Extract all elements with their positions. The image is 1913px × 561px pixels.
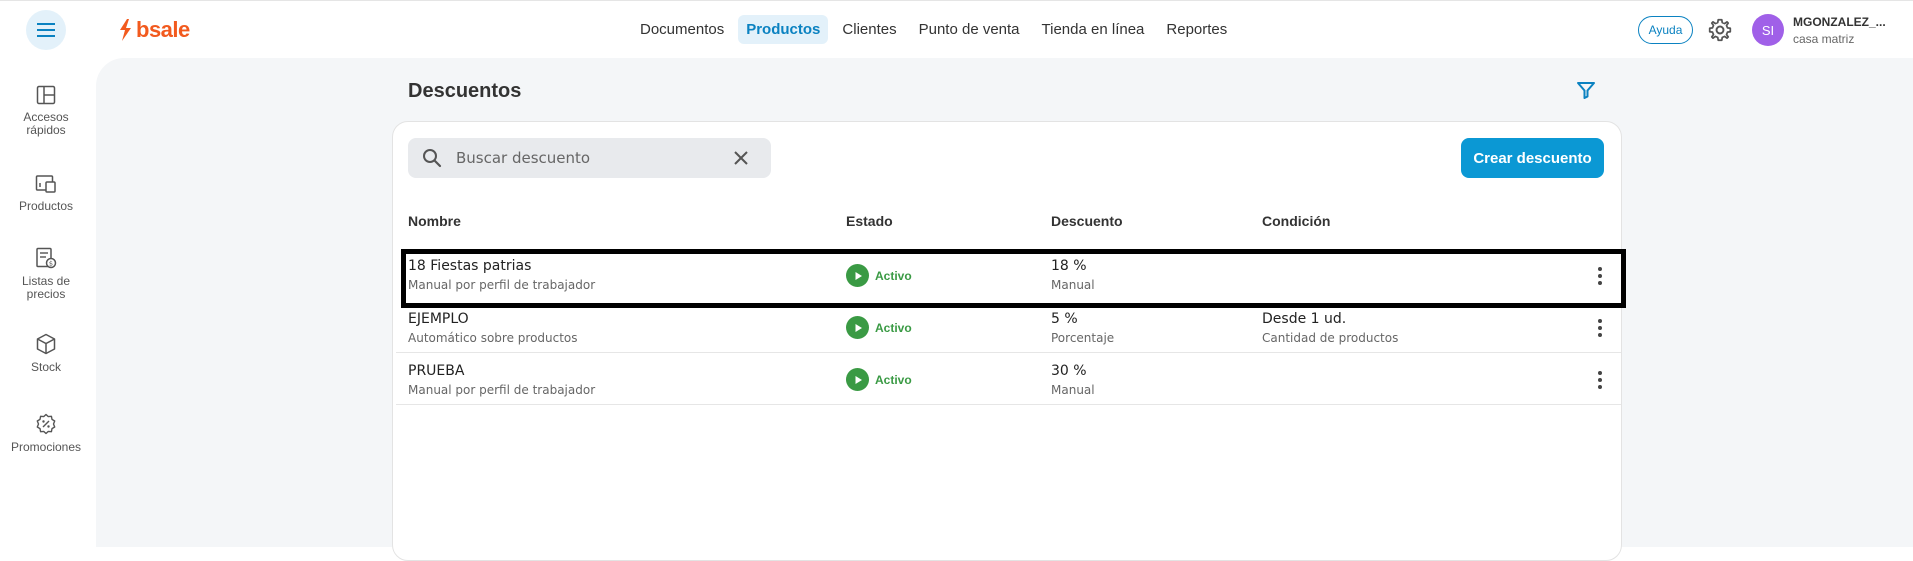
sidebar-item-label: Promociones	[10, 440, 82, 454]
search-icon	[423, 149, 442, 168]
discount-name: PRUEBA	[408, 363, 465, 379]
status-text: Activo	[875, 268, 912, 283]
status-badge: Activo	[846, 368, 912, 391]
discount-value: 5 %	[1051, 311, 1078, 327]
bsale-logo[interactable]: bsale	[118, 17, 190, 43]
menu-button[interactable]	[26, 10, 66, 50]
nav-documentos[interactable]: Documentos	[632, 15, 732, 44]
nav-punto-de-venta[interactable]: Punto de venta	[911, 15, 1028, 44]
column-header-nombre[interactable]: Nombre	[408, 213, 461, 229]
discount-value: 30 %	[1051, 363, 1087, 379]
sidebar-item-label: Stock	[30, 360, 61, 374]
bsale-logo-icon	[120, 19, 131, 41]
products-icon	[35, 175, 56, 193]
row-menu-button[interactable]	[1590, 264, 1610, 288]
condition-type: Cantidad de productos	[1262, 331, 1399, 345]
avatar[interactable]: SI	[1752, 14, 1784, 46]
top-bar: bsale Documentos Productos Clientes Punt…	[0, 0, 1913, 58]
logo-text: bsale	[136, 17, 190, 42]
column-header-estado[interactable]: Estado	[846, 213, 893, 229]
sidebar-item-promociones[interactable]: Promociones	[0, 413, 92, 454]
user-branch: casa matriz	[1793, 32, 1855, 46]
play-icon	[846, 316, 869, 339]
sidebar-item-accesos-rapidos[interactable]: Accesos rápidos	[0, 85, 92, 137]
row-menu-button[interactable]	[1590, 316, 1610, 340]
play-icon	[846, 368, 869, 391]
svg-text:$: $	[49, 260, 53, 268]
row-menu-button[interactable]	[1590, 368, 1610, 392]
play-icon	[846, 264, 869, 287]
promotions-icon	[36, 413, 56, 435]
discount-value: 18 %	[1051, 258, 1087, 274]
sidebar-item-label: Listas de precios	[21, 274, 71, 301]
status-badge: Activo	[846, 264, 912, 287]
sidebar: Accesos rápidos Productos $ Listas de pr…	[0, 58, 96, 547]
quick-access-icon	[36, 85, 56, 105]
create-discount-button[interactable]: Crear descuento	[1461, 138, 1604, 178]
discount-type: Manual por perfil de trabajador	[408, 278, 596, 292]
discount-name: 18 Fiestas patrias	[408, 258, 532, 274]
sidebar-item-productos[interactable]: Productos	[0, 174, 92, 213]
price-list-icon: $	[36, 247, 57, 269]
discount-value-type: Manual	[1051, 278, 1095, 292]
search-input[interactable]	[456, 144, 716, 172]
nav-reportes[interactable]: Reportes	[1158, 15, 1235, 44]
filter-icon[interactable]	[1576, 80, 1596, 100]
status-text: Activo	[875, 320, 912, 335]
close-icon[interactable]	[732, 149, 750, 167]
top-navigation: Documentos Productos Clientes Punto de v…	[632, 15, 1235, 44]
sidebar-item-label: Accesos rápidos	[23, 110, 69, 137]
discount-name: EJEMPLO	[408, 311, 469, 327]
column-header-descuento[interactable]: Descuento	[1051, 213, 1123, 229]
status-badge: Activo	[846, 316, 912, 339]
stock-icon	[36, 333, 56, 355]
sidebar-item-listas-de-precios[interactable]: $ Listas de precios	[0, 247, 92, 301]
nav-clientes[interactable]: Clientes	[834, 15, 904, 44]
discount-value-type: Manual	[1051, 383, 1095, 397]
page-title: Descuentos	[408, 80, 522, 102]
help-button[interactable]: Ayuda	[1638, 16, 1693, 44]
nav-tienda-en-linea[interactable]: Tienda en línea	[1034, 15, 1153, 44]
table-row[interactable]	[396, 301, 1621, 353]
condition-value: Desde 1 ud.	[1262, 311, 1347, 327]
search-box	[408, 138, 771, 178]
user-name[interactable]: MGONZALEZ_...	[1793, 15, 1886, 29]
discount-type: Automático sobre productos	[408, 331, 578, 345]
discount-type: Manual por perfil de trabajador	[408, 383, 596, 397]
column-header-condicion[interactable]: Condición	[1262, 213, 1330, 229]
table-row[interactable]	[396, 353, 1621, 405]
sidebar-item-label: Productos	[18, 199, 74, 213]
hamburger-icon	[37, 23, 55, 37]
discount-value-type: Porcentaje	[1051, 331, 1115, 345]
status-text: Activo	[875, 372, 912, 387]
gear-icon[interactable]	[1707, 17, 1733, 43]
sidebar-item-stock[interactable]: Stock	[0, 333, 92, 374]
nav-productos[interactable]: Productos	[738, 15, 829, 44]
